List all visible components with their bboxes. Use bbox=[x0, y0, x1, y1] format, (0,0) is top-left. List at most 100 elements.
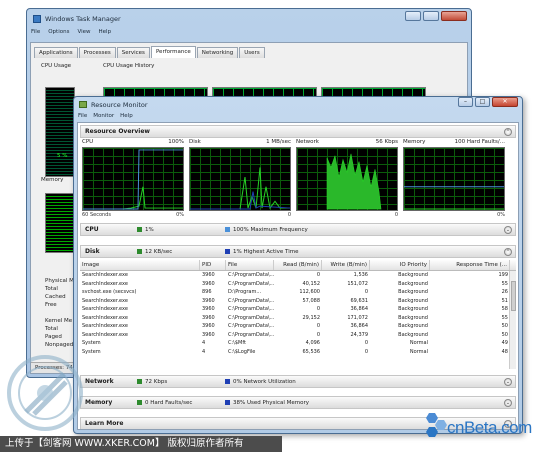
column-pid[interactable]: PID bbox=[200, 260, 226, 270]
cell-write: 0 bbox=[364, 340, 368, 346]
cell-image: SearchIndexer.exe bbox=[82, 272, 128, 278]
column-read[interactable]: Read (B/min) bbox=[274, 260, 322, 270]
table-row[interactable]: SearchIndexer.exe 3960 C:\ProgramData\... 4… bbox=[80, 280, 516, 289]
cell-write: 24,379 bbox=[350, 331, 369, 338]
close-button[interactable]: ✕ bbox=[492, 97, 518, 107]
cpu-usage-value: 1% bbox=[145, 226, 154, 233]
cell-file: C:\ProgramData\... bbox=[228, 314, 274, 321]
expand-chevron-icon[interactable]: ⌄ bbox=[504, 378, 512, 386]
cell-response-time: 49 bbox=[501, 340, 508, 346]
cnbeta-hexagon-icon bbox=[426, 413, 447, 437]
physical-memory-stats: Physical M Total Cached Free bbox=[45, 277, 74, 309]
network-section-header[interactable]: Network 72 Kbps 0% Network Utilization ⌄ bbox=[80, 375, 516, 388]
physical-memory-label: Physical M bbox=[45, 278, 74, 284]
memory-label: Memory bbox=[41, 177, 64, 183]
cell-response-time: 48 bbox=[501, 348, 508, 355]
collapse-chevron-icon[interactable]: ⌃ bbox=[504, 128, 512, 136]
table-scrollbar[interactable] bbox=[509, 271, 516, 369]
column-write[interactable]: Write (B/min) bbox=[322, 260, 370, 270]
cell-io-priority: Background bbox=[398, 323, 428, 329]
table-row[interactable]: svchost.exe (secsvcs) 896 D:\Program... 112… bbox=[80, 288, 516, 297]
resource-monitor-titlebar[interactable]: Resource Monitor bbox=[79, 99, 148, 110]
cell-read: 0 bbox=[316, 331, 320, 338]
tab-performance[interactable]: Performance bbox=[150, 46, 196, 58]
physical-free-label: Free bbox=[45, 302, 57, 308]
cpu-percent-readout: 5 % bbox=[57, 153, 68, 159]
menu-options[interactable]: Options bbox=[48, 29, 69, 35]
cell-file: C:\ProgramData\... bbox=[228, 297, 274, 304]
disk-io-swatch bbox=[137, 249, 142, 254]
cell-read: 29,152 bbox=[302, 314, 321, 321]
cell-write: 151,072 bbox=[347, 280, 368, 287]
menu-help[interactable]: Help bbox=[120, 113, 133, 119]
memory-used-swatch bbox=[225, 400, 230, 405]
cell-read: 112,600 bbox=[299, 289, 320, 295]
disk-section-header[interactable]: Disk 12 KB/sec 1% Highest Active Time ⌃ bbox=[80, 245, 516, 258]
cell-response-time: 58 bbox=[501, 306, 508, 312]
maximize-button[interactable]: □ bbox=[475, 97, 490, 107]
cell-file: C:\$Mft bbox=[228, 340, 246, 346]
tab-processes[interactable]: Processes bbox=[78, 47, 116, 58]
resource-monitor-window-controls: – □ ✕ bbox=[458, 97, 518, 107]
tab-applications[interactable]: Applications bbox=[34, 47, 78, 58]
tab-users[interactable]: Users bbox=[239, 47, 265, 58]
cpu-graph-min: 0% bbox=[176, 212, 184, 218]
menu-view[interactable]: View bbox=[77, 29, 90, 35]
cpu-section-header[interactable]: CPU 1% 100% Maximum Frequency ⌄ bbox=[80, 223, 516, 236]
kernel-nonpaged-label: Nonpaged bbox=[45, 342, 74, 348]
column-response-time[interactable]: Response Time (... bbox=[430, 260, 510, 270]
overview-graphs: CPU 100% 60 Seconds 0% Disk 1 MB/sec 0 N… bbox=[80, 139, 516, 222]
minimize-button[interactable]: – bbox=[458, 97, 473, 107]
cell-read: 57,088 bbox=[302, 297, 321, 304]
cell-response-time: 50 bbox=[501, 331, 508, 338]
kernel-memory-stats: Kernel Me Total Paged Nonpaged bbox=[45, 317, 73, 349]
expand-chevron-icon[interactable]: ⌄ bbox=[504, 399, 512, 407]
task-manager-titlebar[interactable]: Windows Task Manager bbox=[33, 13, 121, 25]
cell-pid: 896 bbox=[202, 289, 212, 295]
cell-image: SearchIndexer.exe bbox=[82, 331, 128, 338]
kernel-total-label: Total bbox=[45, 326, 58, 332]
memory-section-header[interactable]: Memory 0 Hard Faults/sec 38% Used Physic… bbox=[80, 396, 516, 409]
table-row[interactable]: SearchIndexer.exe 3960 C:\ProgramData\... 2… bbox=[80, 314, 516, 323]
tab-services[interactable]: Services bbox=[116, 47, 150, 58]
cell-pid: 3960 bbox=[202, 297, 215, 304]
scrollbar-thumb[interactable] bbox=[511, 281, 516, 311]
tab-networking[interactable]: Networking bbox=[196, 47, 239, 58]
column-io-priority[interactable]: IO Priority bbox=[370, 260, 430, 270]
close-button[interactable] bbox=[441, 11, 467, 21]
column-image[interactable]: Image bbox=[80, 260, 200, 270]
menu-help[interactable]: Help bbox=[99, 29, 112, 35]
resource-overview-header[interactable]: Resource Overview ⌃ bbox=[80, 125, 516, 138]
cell-pid: 3960 bbox=[202, 314, 215, 321]
minimize-button[interactable] bbox=[405, 11, 421, 21]
table-row[interactable]: SearchIndexer.exe 3960 C:\ProgramData\... 5… bbox=[80, 297, 516, 306]
physical-total-label: Total bbox=[45, 286, 58, 292]
disk-graph-value: 1 MB/sec bbox=[266, 139, 291, 145]
network-utilization-value: 0% Network Utilization bbox=[233, 378, 296, 385]
cell-image: SearchIndexer.exe bbox=[82, 323, 128, 329]
cell-write: 0 bbox=[364, 348, 368, 355]
table-row[interactable]: SearchIndexer.exe 3960 C:\ProgramData\... 0… bbox=[80, 271, 516, 280]
column-file[interactable]: File bbox=[226, 260, 274, 270]
expand-chevron-icon[interactable]: ⌄ bbox=[504, 226, 512, 234]
menu-file[interactable]: File bbox=[78, 113, 87, 119]
table-row[interactable]: SearchIndexer.exe 3960 C:\ProgramData\... 0… bbox=[80, 322, 516, 331]
menu-monitor[interactable]: Monitor bbox=[93, 113, 114, 119]
cell-pid: 3960 bbox=[202, 331, 215, 338]
cell-pid: 3960 bbox=[202, 280, 215, 287]
physical-cached-label: Cached bbox=[45, 294, 66, 300]
cell-io-priority: Normal bbox=[409, 348, 428, 355]
table-row[interactable]: SearchIndexer.exe 3960 C:\ProgramData\... 0… bbox=[80, 305, 516, 314]
cell-response-time: 55 bbox=[501, 314, 508, 321]
table-row[interactable]: System 4 C:\$LogFile 65,536 0 Normal 48 bbox=[80, 348, 516, 357]
memory-graph-value: 100 Hard Faults/... bbox=[454, 139, 505, 145]
upload-credit-bar: 上传于【剑客网 WWW.XKER.COM】 版权归原作者所有 bbox=[0, 436, 282, 452]
collapse-chevron-icon[interactable]: ⌃ bbox=[504, 248, 512, 256]
cell-file: C:\ProgramData\... bbox=[228, 280, 274, 287]
menu-file[interactable]: File bbox=[31, 29, 40, 35]
cpu-frequency-swatch bbox=[225, 227, 230, 232]
table-row[interactable]: SearchIndexer.exe 3960 C:\ProgramData\... 0… bbox=[80, 331, 516, 340]
disk-active-swatch bbox=[225, 249, 230, 254]
table-row[interactable]: System 4 C:\$Mft 4,096 0 Normal 49 bbox=[80, 339, 516, 348]
maximize-button[interactable] bbox=[423, 11, 439, 21]
